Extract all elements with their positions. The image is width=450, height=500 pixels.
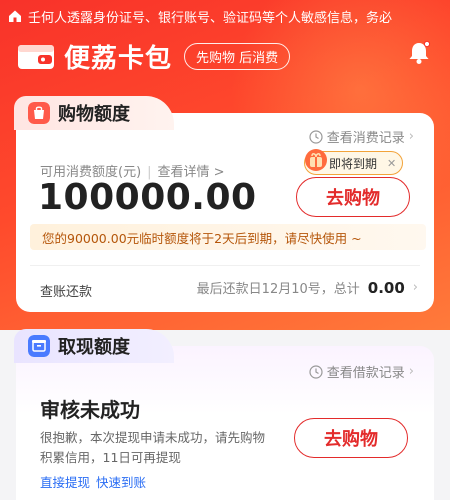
home-icon <box>9 10 21 22</box>
shopping-quota-tab: 购物额度 <box>14 96 174 130</box>
available-amount: 100000.00 <box>38 177 257 218</box>
shopping-bag-icon <box>28 102 50 124</box>
go-shopping-button[interactable]: 去购物 <box>294 418 408 458</box>
total-value: 0.00 <box>367 278 405 297</box>
cash-quota-card: 取现额度 查看借款记录 › 审核未成功 很抱歉，本次提现申请未成功，请先购物积累… <box>14 329 434 500</box>
consumption-record-label: 查看消费记录 <box>326 131 405 146</box>
go-shopping-button[interactable]: 去购物 <box>296 177 410 217</box>
brand-header: 便荔卡包 先购物 后消费 <box>16 38 291 74</box>
cash-quota-tab: 取现额度 <box>14 329 174 363</box>
brand-name: 便荔卡包 <box>64 43 173 74</box>
close-icon[interactable]: ✕ <box>387 157 396 170</box>
shopping-quota-title: 购物额度 <box>58 104 130 125</box>
repayment-summary[interactable]: 最后还款日12月10号， 总计 0.00 › <box>196 278 418 298</box>
chevron-right-icon: › <box>408 364 414 379</box>
chevron-right-icon: › <box>408 129 414 144</box>
temporary-quota-warning: 您的90000.00元临时额度将于2天后到期，请尽快使用 ~ <box>30 224 426 250</box>
withdraw-links: 直接提现 快速到账 <box>40 472 152 491</box>
due-date-text: 最后还款日12月10号， <box>196 282 334 297</box>
chevron-right-icon: › <box>412 280 418 295</box>
loan-record-link[interactable]: 查看借款记录 › <box>309 362 414 381</box>
cash-quota-title: 取现额度 <box>58 337 130 358</box>
security-notice-bar: 壬何人透露身份证号、银行账号、验证码等个人敏感信息，务必 <box>0 0 450 32</box>
consumption-record-link[interactable]: 查看消费记录 › <box>309 127 414 146</box>
total-label: 总计 <box>333 282 360 297</box>
direct-withdraw-link[interactable]: 直接提现 <box>40 475 90 490</box>
cash-box-icon <box>28 335 50 357</box>
expiring-soon-badge: 即将到期 ✕ <box>304 149 404 175</box>
gift-icon <box>305 149 327 171</box>
clock-icon <box>309 364 323 379</box>
expiring-soon-label: 即将到期 <box>329 156 378 171</box>
review-status: 审核未成功 <box>40 398 140 422</box>
slogan-badge: 先购物 后消费 <box>184 42 291 70</box>
divider <box>30 265 420 266</box>
bill-repayment-link[interactable]: 查账还款 <box>40 281 92 300</box>
review-description: 很抱歉，本次提现申请未成功，请先购物积累信用，11日可再提现 <box>40 430 266 465</box>
shopping-quota-card: 购物额度 查看消费记录 › 可用消费额度(元) | 查看详情 > 100000.00… <box>14 96 434 312</box>
fast-arrival-link[interactable]: 快速到账 <box>96 475 146 490</box>
notice-text: 壬何人透露身份证号、银行账号、验证码等个人敏感信息，务必 <box>28 10 393 26</box>
clock-icon <box>309 129 323 144</box>
wallet-icon <box>18 45 54 69</box>
loan-record-label: 查看借款记录 <box>326 366 405 381</box>
bell-icon[interactable] <box>406 40 432 66</box>
